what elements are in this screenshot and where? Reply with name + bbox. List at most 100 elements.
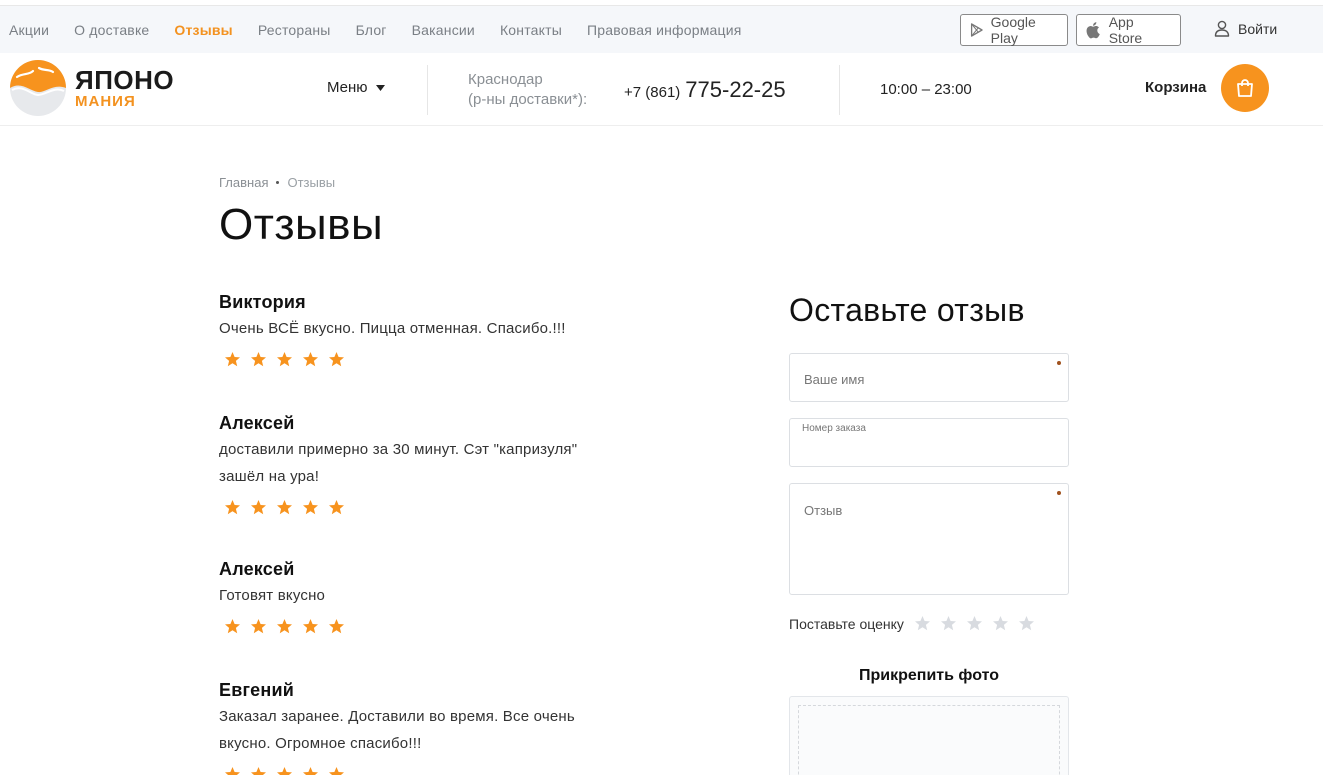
review-author: Алексей [219,413,295,433]
star-icon [251,767,266,775]
divider [427,65,428,115]
star-icon [329,767,344,775]
logo-line1: ЯПОНО [75,65,175,95]
rating-label: Поставьте оценку [789,615,904,632]
page-title: Отзывы [219,200,384,249]
photo-dropzone[interactable] [789,696,1069,775]
star-icon [277,767,292,775]
city-selector[interactable]: Краснодар (р-ны доставки*): [468,70,587,110]
star-icon [329,352,344,367]
name-placeholder: Ваше имя [804,372,865,387]
star-icon [251,352,266,367]
apple-icon [1086,22,1100,39]
app-store-button[interactable]: App Store [1076,14,1181,46]
star-icon [329,619,344,634]
star-icon [329,500,344,515]
review-item: Алексей Готовят вкусно [219,559,639,635]
star-icon [251,500,266,515]
shopping-bag-icon [1237,79,1253,97]
login-label: Войти [1238,20,1278,37]
review-author: Виктория [219,292,306,312]
review-text: Готовят вкусно [219,587,326,604]
phone-code: +7 (861) [624,84,681,101]
rating-input: Поставьте оценку [789,615,1035,632]
cart-button[interactable] [1221,64,1269,112]
star-icon [277,352,292,367]
login-button[interactable]: Войти [1214,20,1277,37]
divider [839,65,840,115]
google-play-button[interactable]: Google Play [960,14,1068,46]
breadcrumb-separator [276,181,280,184]
star-icon [303,500,318,515]
star-icon [303,619,318,634]
star-icon[interactable] [1018,615,1035,632]
app-store-label: App Store [1108,14,1143,46]
logo-icon [10,60,66,116]
review-text: доставили примерно за 30 минут. Сэт "кап… [219,441,578,485]
nav-legal[interactable]: Правовая информация [587,22,742,38]
review-item: Алексей доставили примерно за 30 минут. … [219,413,639,516]
logo[interactable]: ЯПОНО МАНИЯ [9,59,174,117]
top-bar: Акции О доставке Отзывы Рестораны Блог В… [0,5,1323,53]
order-number-label: Номер заказа [802,423,866,434]
menu-dropdown[interactable]: Меню [327,79,385,96]
review-rating [224,766,639,775]
breadcrumb: Главная Отзывы [219,175,335,190]
attach-photo-title: Прикрепить фото [859,667,999,684]
logo-line2: МАНИЯ [75,93,136,110]
delivery-areas: (р-ны доставки*): [468,91,588,108]
name-field[interactable]: Ваше имя [789,353,1069,402]
form-title: Оставьте отзыв [789,292,1025,328]
rating-stars[interactable] [914,615,1035,632]
review-text: Очень ВСЁ вкусно. Пицца отменная. Спасиб… [219,320,566,337]
review-item: Евгений Заказал заранее. Доставили во вр… [219,680,639,775]
order-number-field[interactable]: Номер заказа [789,418,1069,467]
star-icon[interactable] [966,615,983,632]
star-icon [277,500,292,515]
star-icon [225,767,240,775]
google-play-label: Google Play [990,14,1036,46]
review-rating [224,499,639,516]
star-icon[interactable] [914,615,931,632]
nav-blog[interactable]: Блог [356,22,387,38]
dropzone-border [798,705,1060,775]
google-play-icon [970,23,983,37]
star-icon [303,767,318,775]
menu-label: Меню [327,79,368,96]
review-rating [224,618,639,635]
star-icon[interactable] [992,615,1009,632]
star-icon [225,619,240,634]
review-author: Евгений [219,680,294,700]
star-icon [225,352,240,367]
phone-link[interactable]: +7 (861) 775-22-25 [624,77,786,103]
review-placeholder: Отзыв [804,503,843,518]
star-icon [225,500,240,515]
review-text: Заказал заранее. Доставили во время. Все… [219,708,575,752]
review-author: Алексей [219,559,295,579]
breadcrumb-home[interactable]: Главная [219,175,268,190]
required-marker [1057,361,1061,365]
nav-contacts[interactable]: Контакты [500,22,562,38]
breadcrumb-current: Отзывы [287,175,336,190]
star-icon [251,619,266,634]
nav-delivery[interactable]: О доставке [74,22,149,38]
review-item: Виктория Очень ВСЁ вкусно. Пицца отменна… [219,292,639,368]
nav-promotions[interactable]: Акции [9,22,49,38]
star-icon [303,352,318,367]
city-name: Краснодар [468,71,543,88]
site-header: ЯПОНО МАНИЯ Меню Краснодар (р-ны доставк… [0,53,1323,126]
caret-down-icon [375,84,385,91]
nav-vacancies[interactable]: Вакансии [412,22,475,38]
star-icon[interactable] [940,615,957,632]
cart-label[interactable]: Корзина [1145,79,1206,96]
review-rating [224,351,639,368]
phone-number: 775-22-25 [685,77,786,102]
working-hours: 10:00 – 23:00 [880,81,972,98]
nav-restaurants[interactable]: Рестораны [258,22,331,38]
star-icon [277,619,292,634]
top-nav: Акции О доставке Отзывы Рестораны Блог В… [9,6,767,54]
review-textarea[interactable]: Отзыв [789,483,1069,595]
user-icon [1214,20,1230,37]
nav-reviews[interactable]: Отзывы [174,22,232,38]
required-marker [1057,491,1061,495]
